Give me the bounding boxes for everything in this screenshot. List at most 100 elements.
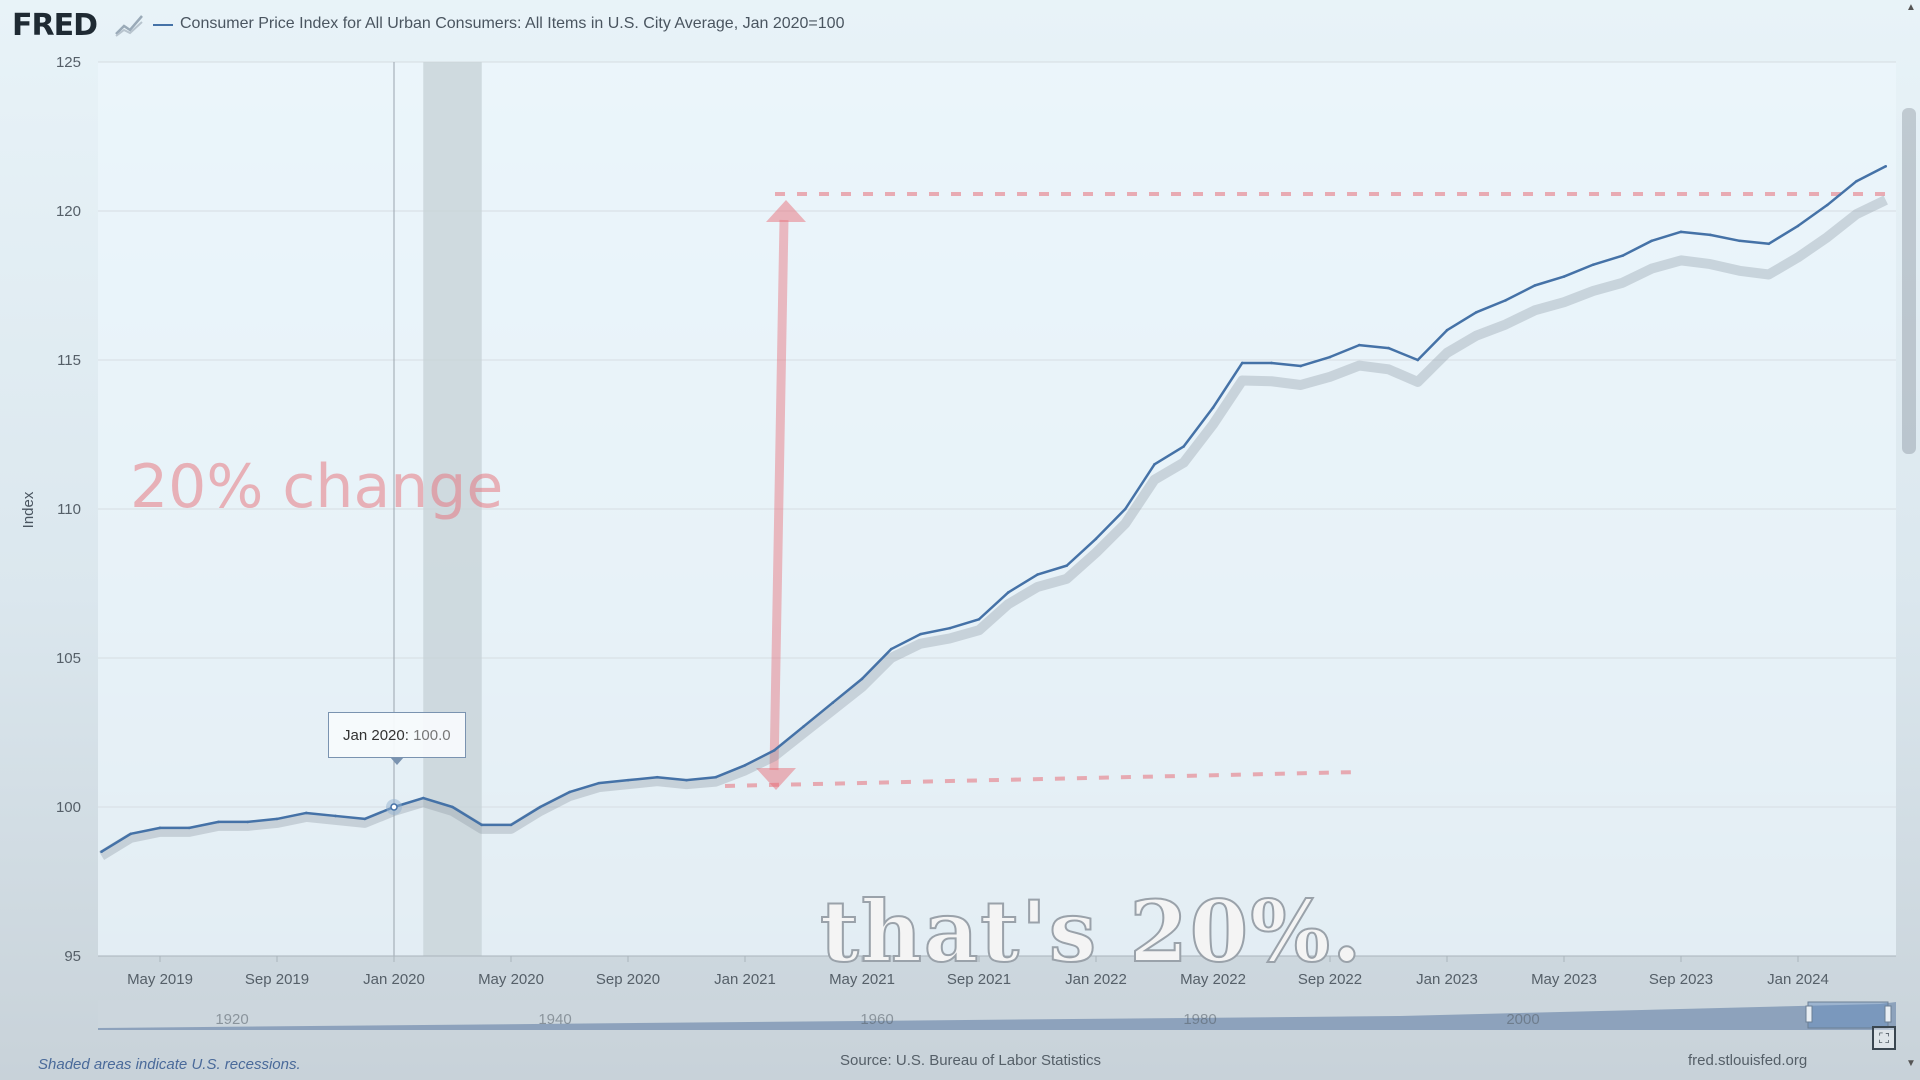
data-point — [1533, 284, 1537, 287]
navigator-window — [1807, 1001, 1889, 1029]
data-point — [421, 796, 425, 800]
data-point — [1767, 242, 1771, 246]
data-point — [1679, 230, 1683, 234]
y-axis-title: Index — [20, 491, 37, 528]
data-point — [1387, 346, 1390, 350]
data-point — [1153, 463, 1156, 466]
tooltip-date: Jan 2020: — [343, 727, 409, 744]
data-point — [626, 778, 630, 782]
data-point — [1036, 573, 1039, 576]
data-point — [1825, 203, 1829, 207]
data-point — [1884, 165, 1888, 168]
data-point — [129, 832, 133, 836]
navigator-handle-left — [1805, 1005, 1813, 1023]
data-point — [685, 778, 688, 782]
data-point — [1299, 364, 1303, 368]
navigator-label: 2000 — [1506, 1011, 1539, 1028]
data-point — [919, 632, 922, 636]
x-tick-label: Sep 2023 — [1649, 971, 1713, 988]
data-point — [1123, 507, 1127, 511]
x-tick-label: Jan 2020 — [363, 971, 425, 988]
data-point — [568, 790, 571, 794]
overlay-headline: 20% change — [130, 452, 504, 522]
data-point — [714, 775, 718, 779]
tooltip-value: 100.0 — [413, 727, 451, 744]
data-point — [1240, 361, 1244, 365]
hover-point — [390, 803, 398, 811]
data-point — [363, 817, 367, 821]
data-point — [889, 647, 893, 651]
scroll-up-icon[interactable]: ▲ — [1906, 2, 1916, 13]
navigator-label: 1940 — [538, 1011, 571, 1028]
overlay-caption: that's 20%. — [819, 881, 1364, 982]
data-point — [158, 826, 162, 830]
data-point — [1094, 537, 1098, 541]
y-tick-label: 110 — [57, 501, 81, 518]
data-point — [1211, 406, 1215, 409]
scroll-down-icon[interactable]: ▼ — [1906, 1058, 1916, 1069]
x-tick-label: Jan 2021 — [714, 971, 776, 988]
data-point — [1504, 299, 1507, 302]
recession-note: Shaded areas indicate U.S. recessions. — [38, 1056, 301, 1073]
data-point — [948, 626, 952, 630]
data-point — [802, 725, 805, 728]
data-point — [275, 817, 279, 821]
data-point — [1357, 343, 1361, 347]
scrollbar-thumb[interactable] — [1902, 108, 1916, 454]
data-point — [1738, 239, 1741, 243]
x-tick-label: Sep 2019 — [245, 971, 309, 988]
data-point — [831, 701, 835, 704]
data-point — [597, 781, 601, 785]
data-point — [977, 617, 981, 621]
site-link[interactable]: fred.stlouisfed.org — [1688, 1052, 1807, 1069]
data-point — [1796, 224, 1800, 228]
y-tick-label: 105 — [56, 650, 81, 667]
navigator-label: 1980 — [1183, 1011, 1216, 1028]
x-tick-label: Sep 2020 — [596, 971, 660, 988]
x-tick-label: May 2019 — [127, 971, 193, 988]
y-tick-label: 100 — [56, 799, 81, 816]
data-point — [743, 763, 747, 767]
y-tick-label: 120 — [56, 203, 81, 220]
data-point — [1182, 445, 1186, 448]
data-point — [1474, 311, 1478, 314]
x-tick-label: May 2020 — [478, 971, 544, 988]
data-point — [1708, 233, 1712, 237]
tooltip-pointer — [390, 757, 404, 765]
data-point — [1328, 355, 1332, 359]
data-point — [1270, 361, 1273, 365]
data-point — [1006, 591, 1010, 594]
data-point — [187, 826, 191, 830]
data-point — [451, 805, 454, 809]
data-point — [334, 814, 337, 818]
data-point — [217, 820, 220, 824]
data-point — [1445, 328, 1449, 332]
data-point — [772, 749, 776, 752]
y-tick-label: 115 — [57, 352, 81, 369]
data-point — [655, 775, 659, 779]
data-point — [1562, 275, 1566, 278]
data-point — [246, 820, 250, 824]
y-tick-label: 95 — [64, 948, 81, 965]
x-tick-label: Jan 2023 — [1416, 971, 1478, 988]
navigator-label: 1920 — [215, 1011, 248, 1028]
data-point — [1650, 239, 1654, 243]
navigator-label: 1960 — [860, 1011, 893, 1028]
data-point — [1621, 254, 1624, 257]
x-tick-label: Jan 2024 — [1767, 971, 1829, 988]
data-point — [1065, 564, 1069, 567]
data-point — [860, 677, 864, 681]
data-point — [304, 811, 308, 815]
navigator-handle-right — [1884, 1005, 1892, 1023]
data-tooltip: Jan 2020: 100.0 — [328, 712, 466, 758]
data-point — [480, 823, 484, 827]
data-point — [100, 850, 103, 853]
data-point — [538, 805, 542, 809]
data-point — [1855, 179, 1858, 183]
fullscreen-icon[interactable]: ⛶ — [1872, 1026, 1896, 1050]
y-tick-label: 125 — [56, 54, 81, 71]
data-point — [1416, 358, 1420, 362]
source-note: Source: U.S. Bureau of Labor Statistics — [840, 1052, 1101, 1069]
data-point — [509, 823, 513, 827]
x-tick-label: May 2023 — [1531, 971, 1597, 988]
